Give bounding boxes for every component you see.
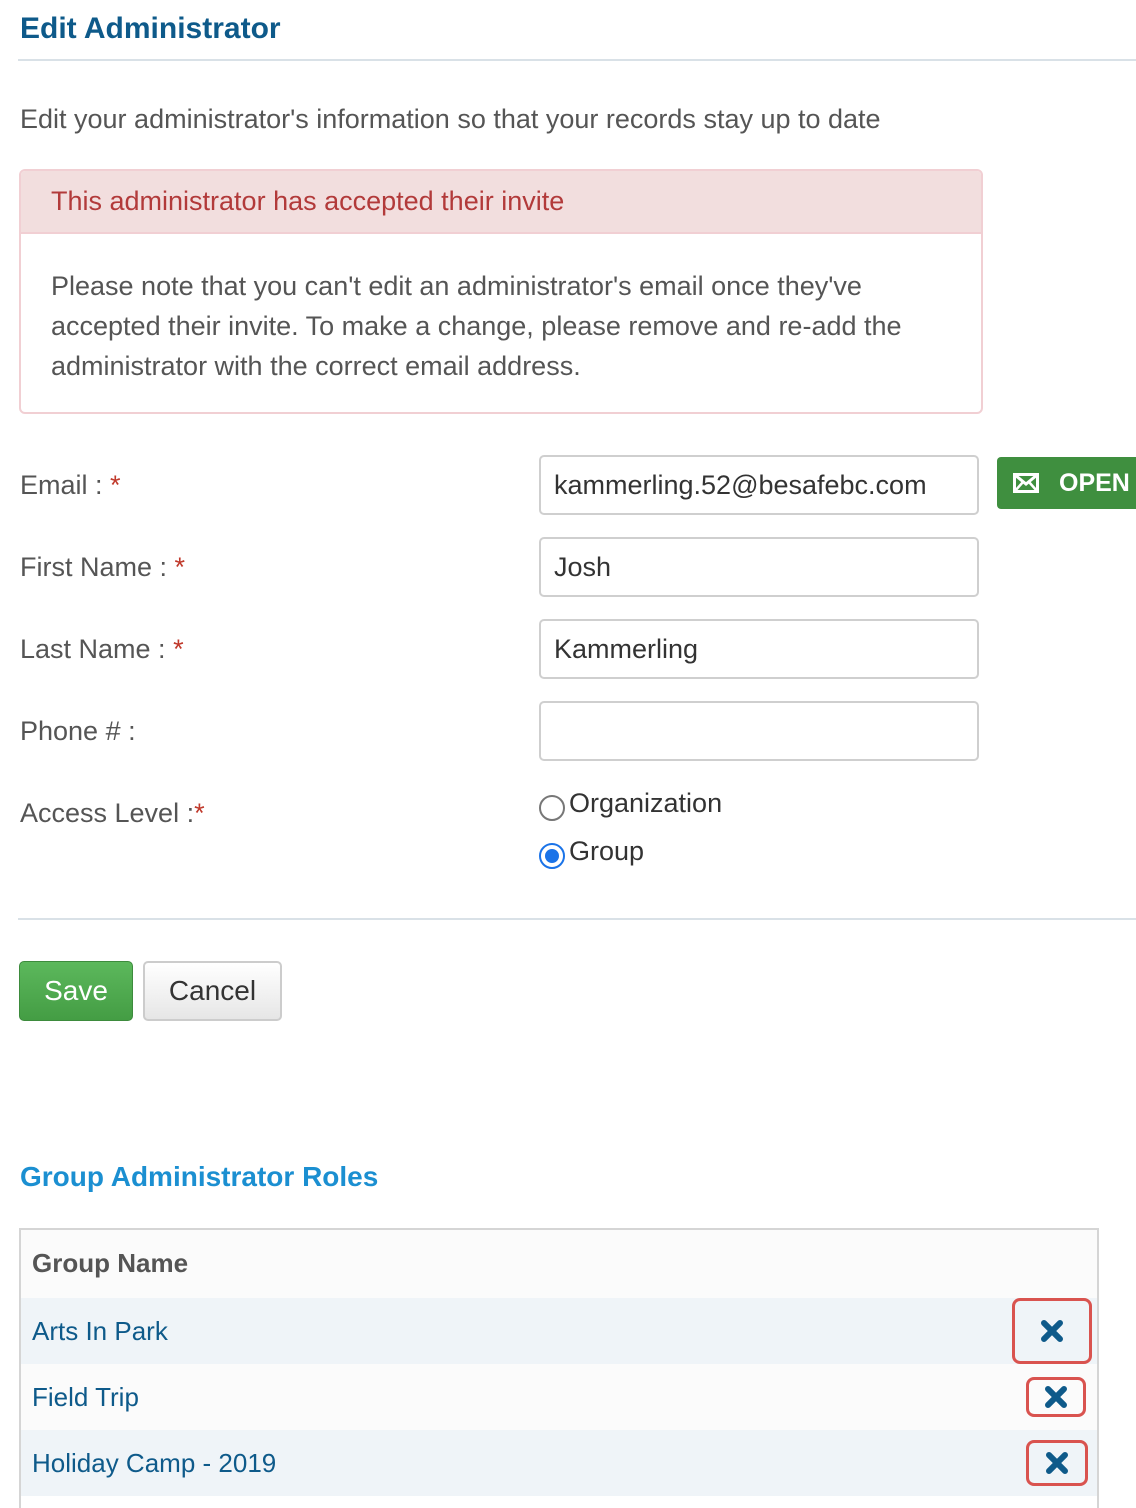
alert-heading: This administrator has accepted their in… [21,171,981,234]
accepted-invite-alert: This administrator has accepted their in… [19,169,983,414]
access-level-label: Access Level :* [20,798,205,828]
required-mark: * [174,552,186,582]
table-row: Holiday Camp - 2019 [21,1430,1097,1496]
form-divider [18,918,1136,920]
close-x-icon [1046,1452,1068,1474]
radio-button-selected[interactable] [539,842,565,869]
required-mark: * [110,470,121,500]
open-email-button[interactable]: OPEN [997,457,1136,509]
email-label: Email : * [20,470,121,500]
first-name-field[interactable] [539,537,979,597]
table-row: Arts In Park [21,1298,1097,1364]
remove-role-button[interactable] [1012,1298,1092,1364]
save-button[interactable]: Save [19,961,133,1021]
phone-label: Phone # : [20,716,136,746]
last-name-label: Last Name : * [20,634,184,664]
required-mark: * [194,798,205,828]
close-x-icon [1045,1386,1067,1408]
first-name-label: First Name : * [20,552,186,582]
alert-body: Please note that you can't edit an admin… [51,271,902,381]
column-header-group-name: Group Name [21,1230,1097,1298]
page-title: Edit Administrator [20,12,281,45]
cancel-button[interactable]: Cancel [143,961,282,1021]
remove-role-button[interactable] [1026,1377,1086,1417]
group-roles-table: Group Name Arts In Park Field Trip Holid… [19,1228,1099,1508]
email-field[interactable] [539,455,979,515]
remove-role-button[interactable] [1026,1440,1088,1486]
group-link[interactable]: Holiday Camp - 2019 [32,1448,276,1479]
envelope-icon [1013,473,1039,493]
phone-field[interactable] [539,701,979,761]
group-roles-title: Group Administrator Roles [20,1161,379,1192]
title-divider [18,59,1136,61]
radio-button[interactable] [539,794,565,821]
intro-text: Edit your administrator's information so… [20,104,881,134]
open-label: OPEN [1059,468,1130,497]
access-option-organization[interactable]: Organization [539,788,722,821]
access-option-group[interactable]: Group [539,836,644,869]
last-name-field[interactable] [539,619,979,679]
table-row: Field Trip [21,1364,1097,1430]
required-mark: * [173,634,184,664]
group-link[interactable]: Arts In Park [32,1316,168,1347]
close-x-icon [1041,1320,1063,1342]
group-link[interactable]: Field Trip [32,1382,139,1413]
